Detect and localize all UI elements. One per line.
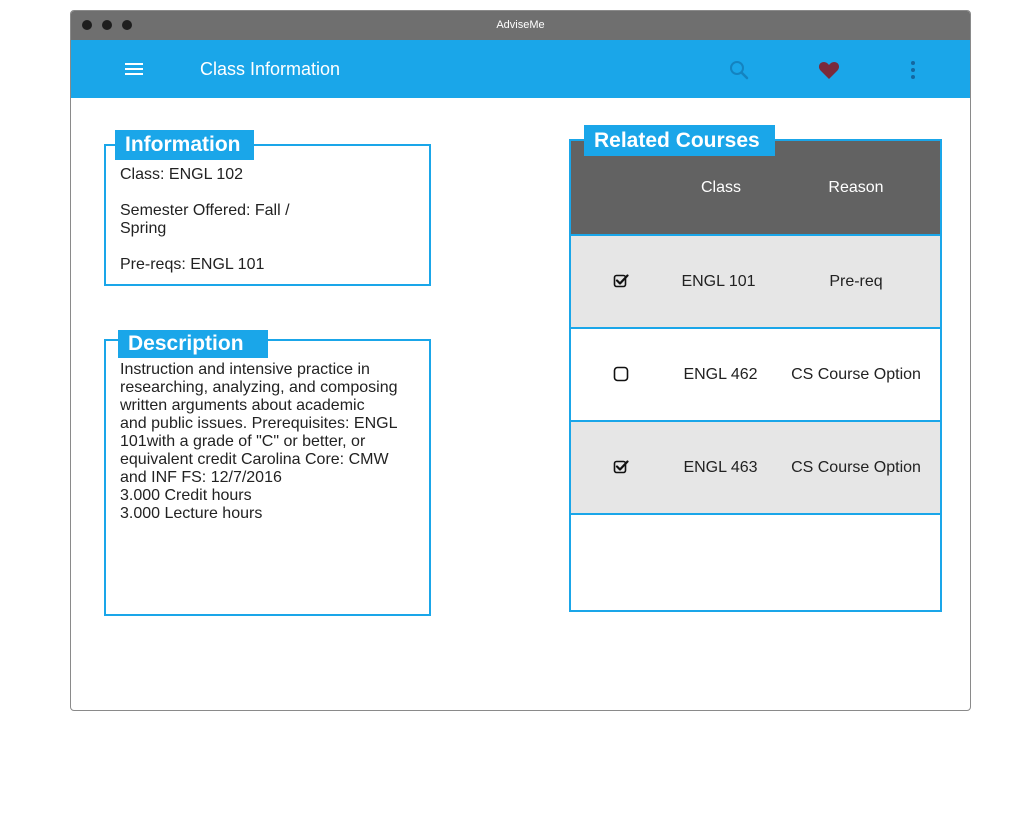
class-line: Class: ENGL 102: [120, 166, 244, 183]
window-title: AdviseMe: [496, 19, 545, 31]
column-header-reason: Reason: [828, 179, 884, 196]
more-vert-icon[interactable]: [901, 58, 925, 82]
description-heading: Description: [118, 330, 268, 358]
description-line: equivalent credit Carolina Core: CMW: [120, 451, 389, 468]
description-panel: Instruction and intensive practice in re…: [104, 339, 431, 616]
row-class: ENGL 462: [683, 366, 758, 383]
description-line: and public issues. Prerequisites: ENGL: [120, 415, 398, 432]
title-bar: AdviseMe: [71, 11, 970, 40]
information-heading: Information: [115, 130, 254, 160]
checkbox-checked-icon[interactable]: [613, 459, 629, 475]
checkbox-unchecked-icon[interactable]: [613, 366, 629, 382]
prereqs-line: Pre-reqs: ENGL 101: [120, 256, 265, 273]
table-row[interactable]: ENGL 101 Pre-req: [571, 234, 940, 328]
credit-hours-line: 3.000 Credit hours: [120, 487, 252, 504]
heart-icon[interactable]: [817, 58, 841, 82]
semester-line-cont: Spring: [120, 220, 167, 237]
description-line: written arguments about academic: [120, 397, 365, 414]
row-reason: CS Course Option: [791, 366, 921, 383]
row-class: ENGL 463: [683, 459, 758, 476]
description-line: 101with a grade of "C" or better, or: [120, 433, 366, 450]
related-courses-heading: Related Courses: [584, 125, 775, 156]
description-line: and INF FS: 12/7/2016: [120, 469, 282, 486]
information-panel: Class: ENGL 102 Semester Offered: Fall /…: [104, 144, 431, 286]
related-courses-table: Class Reason ENGL 101 Pre-req ENGL 462 C…: [569, 139, 942, 612]
lecture-hours-line: 3.000 Lecture hours: [120, 505, 263, 522]
page-title: Class Information: [200, 59, 341, 79]
table-row[interactable]: ENGL 462 CS Course Option: [571, 327, 940, 421]
search-icon[interactable]: [727, 58, 751, 82]
description-line: researching, analyzing, and composing: [120, 379, 398, 396]
app-bar: Class Information: [71, 40, 970, 98]
menu-icon[interactable]: [123, 60, 145, 78]
table-row[interactable]: ENGL 463 CS Course Option: [571, 420, 940, 514]
row-reason: CS Course Option: [791, 459, 921, 476]
column-header-class: Class: [700, 179, 741, 196]
semester-line: Semester Offered: Fall /: [120, 202, 290, 219]
checkbox-checked-icon[interactable]: [613, 273, 629, 289]
description-line: Instruction and intensive practice in: [120, 361, 370, 378]
row-class: ENGL 101: [681, 273, 756, 290]
empty-table-row: [571, 513, 940, 610]
row-reason: Pre-req: [829, 273, 883, 290]
